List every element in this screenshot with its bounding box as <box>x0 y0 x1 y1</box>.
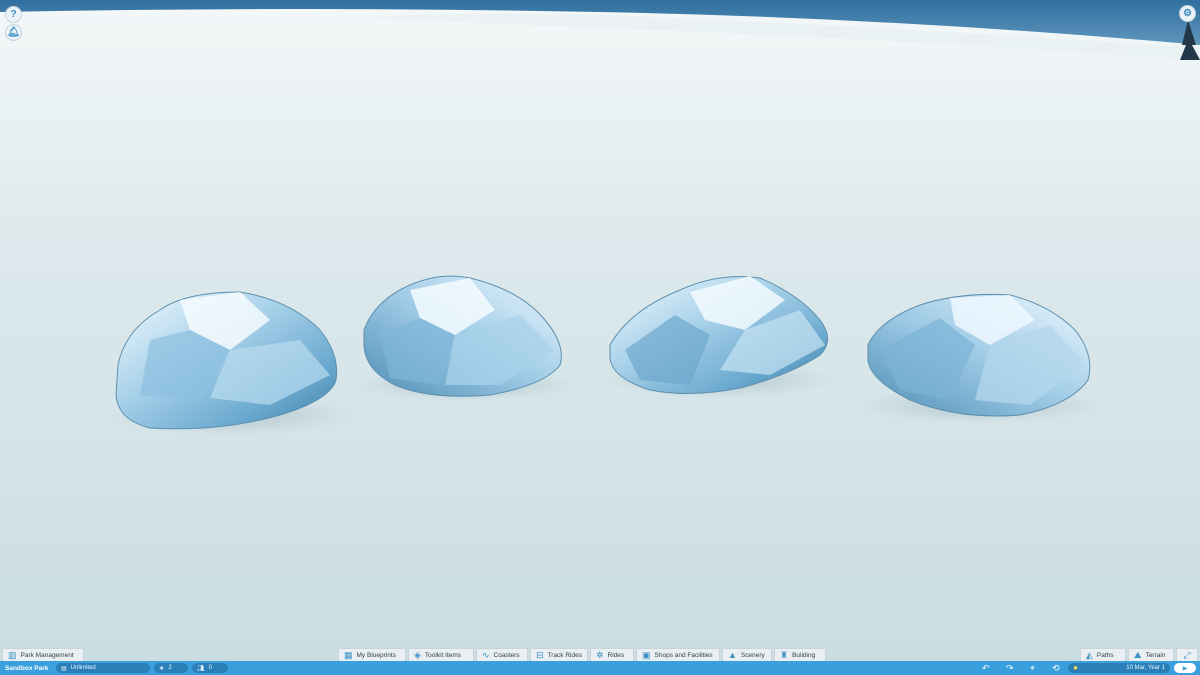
speed-icon[interactable]: ⟲ <box>1052 662 1060 674</box>
expand-toolbar-button[interactable]: ⤢ <box>1176 648 1198 661</box>
guests-icon: 👥︎ <box>197 665 205 672</box>
money-value: Unlimited <box>70 665 96 671</box>
tree-icon: ▲ <box>728 649 737 660</box>
park-name: Sandbox Park <box>5 665 49 672</box>
money-display[interactable]: ▤ Unlimited <box>56 663 150 673</box>
cube-icon: ◈ <box>414 649 421 660</box>
shop-icon: ▣ <box>642 649 651 660</box>
undo-icon[interactable]: ↶ <box>982 662 990 674</box>
coaster-icon: ∿ <box>482 649 490 660</box>
tab-label: Coasters <box>493 651 520 659</box>
tab-building[interactable]: ♜ Building <box>774 648 826 661</box>
notifications-button[interactable]: 🔔︎ <box>5 24 22 41</box>
guests-value: 0 <box>208 665 212 671</box>
tab-label: My Blueprints <box>356 651 396 659</box>
tab-label: Toolkit Items <box>424 651 462 659</box>
tab-toolkit-items[interactable]: ◈ Toolkit Items <box>408 648 474 661</box>
money-icon: ▤ <box>61 665 67 672</box>
park-management-tab[interactable]: ▥ Park Management <box>2 648 84 661</box>
help-button[interactable]: ? <box>5 6 22 23</box>
tab-label: Track Rides <box>547 651 582 659</box>
tab-shops-and-facilities[interactable]: ▣ Shops and Facilities <box>636 648 720 661</box>
date-display[interactable]: ✹ 10 Mar, Year 1 <box>1068 663 1170 673</box>
terrain-icon: ⛰ <box>1134 649 1142 660</box>
tab-scenery[interactable]: ▲ Scenery <box>722 648 772 661</box>
tab-label: Building <box>792 651 816 659</box>
settings-button[interactable]: ⚙ <box>1179 5 1196 22</box>
rating-value: 2 <box>168 665 172 671</box>
tab-label: Paths <box>1096 651 1114 659</box>
rating-display[interactable]: ★ 2 <box>154 663 188 673</box>
tab-label: Scenery <box>740 651 765 659</box>
play-button[interactable]: ▶ <box>1174 663 1196 673</box>
play-icon: ▶ <box>1182 665 1188 672</box>
tab-label: Terrain <box>1145 651 1166 659</box>
tab-my-blueprints[interactable]: ▦ My Blueprints <box>338 648 406 661</box>
tab-label: Rides <box>607 651 625 659</box>
castle-icon: ♜ <box>780 649 789 660</box>
camera-icon[interactable]: ⌖ <box>1030 662 1035 674</box>
track-ride-icon: ⊟ <box>536 649 544 660</box>
tab-terrain[interactable]: ⛰ Terrain <box>1128 648 1174 661</box>
redo-icon[interactable]: ↷ <box>1006 662 1014 674</box>
guests-display[interactable]: 👥︎ 0 <box>192 663 228 673</box>
sun-icon: ✹ <box>1073 665 1079 672</box>
tab-label: Shops and Facilities <box>654 651 713 659</box>
help-icon: ? <box>10 9 17 20</box>
date-value: 10 Mar, Year 1 <box>1126 665 1165 671</box>
blueprint-icon: ▦ <box>344 649 353 660</box>
game-viewport[interactable] <box>0 0 1200 675</box>
tab-paths[interactable]: ◭ Paths <box>1080 648 1126 661</box>
bell-icon: 🔔︎ <box>7 27 20 38</box>
tab-rides[interactable]: ✲ Rides <box>590 648 634 661</box>
expand-icon: ⤢ <box>1183 649 1191 660</box>
park-management-label: Park Management <box>20 651 74 659</box>
park-management-icon: ▥ <box>8 649 17 660</box>
path-icon: ◭ <box>1086 649 1093 660</box>
tab-track-rides[interactable]: ⊟ Track Rides <box>530 648 588 661</box>
star-icon: ★ <box>159 665 165 672</box>
tab-coasters[interactable]: ∿ Coasters <box>476 648 528 661</box>
gear-icon: ⚙ <box>1183 8 1192 19</box>
ferris-wheel-icon: ✲ <box>596 649 604 660</box>
